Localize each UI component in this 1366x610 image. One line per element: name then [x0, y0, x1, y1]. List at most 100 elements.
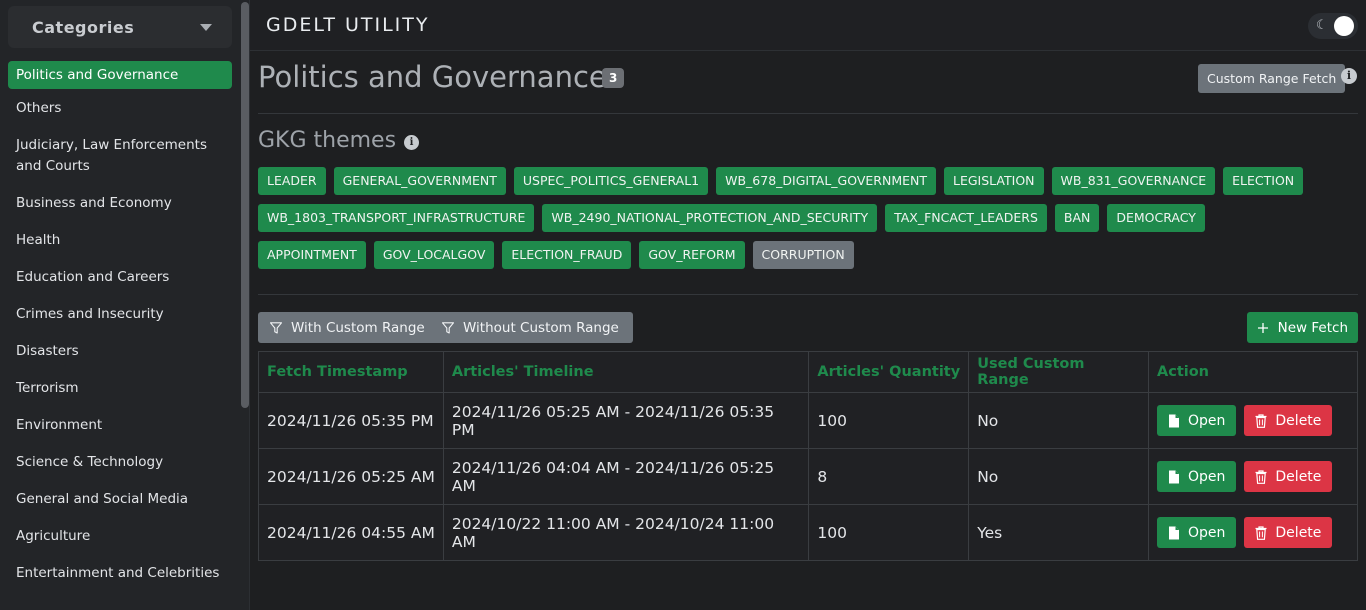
plus-icon — [1257, 322, 1268, 333]
theme-toggle[interactable]: ☾ — [1308, 13, 1358, 39]
trash-icon — [1255, 469, 1267, 484]
table-header-row: Fetch Timestamp Articles' Timeline Article… — [258, 351, 1358, 393]
cell-custom: Yes — [968, 504, 1149, 561]
sidebar-item[interactable]: Judiciary, Law Enforcements and Courts — [8, 127, 232, 185]
sidebar-item[interactable]: Others — [8, 90, 232, 127]
caret-down-icon — [200, 23, 212, 31]
gkg-title-label: GKG themes — [258, 128, 397, 153]
theme-chip[interactable]: USPEC_POLITICS_GENERAL1 — [513, 167, 709, 195]
theme-chip[interactable]: GENERAL_GOVERNMENT — [333, 167, 506, 195]
theme-chip[interactable]: WB_831_GOVERNANCE — [1051, 167, 1216, 195]
sidebar-item[interactable]: Environment — [8, 407, 232, 444]
action-group: Open Delete — [1157, 405, 1349, 436]
file-icon — [1169, 470, 1179, 483]
delete-label: Delete — [1275, 524, 1322, 541]
fetch-table: Fetch Timestamp Articles' Timeline Article… — [258, 351, 1358, 561]
delete-button[interactable]: Delete — [1244, 405, 1333, 436]
open-label: Open — [1188, 468, 1226, 485]
delete-label: Delete — [1275, 412, 1322, 429]
without-custom-range-button[interactable]: Without Custom Range — [430, 312, 633, 343]
cell-timeline: 2024/11/26 04:04 AM - 2024/11/26 05:25 A… — [442, 448, 810, 505]
cell-custom: No — [968, 392, 1149, 449]
categories-dropdown[interactable]: Categories — [8, 6, 232, 48]
categories-title: Categories — [32, 17, 135, 37]
cell-action: Open Delete — [1148, 448, 1358, 505]
cell-timestamp: 2024/11/26 05:35 PM — [258, 392, 444, 449]
theme-chip[interactable]: DEMOCRACY — [1107, 204, 1205, 232]
sidebar-item[interactable]: Politics and Governance — [8, 61, 232, 89]
file-icon — [1169, 414, 1179, 427]
trash-icon — [1255, 413, 1267, 428]
sidebar-item[interactable]: Entertainment and Celebrities — [8, 555, 232, 592]
page-title: Politics and Governance — [258, 60, 607, 94]
open-button[interactable]: Open — [1157, 405, 1237, 436]
sidebar-item[interactable]: Education and Careers — [8, 259, 232, 296]
open-button[interactable]: Open — [1157, 517, 1237, 548]
action-group: Open Delete — [1157, 461, 1349, 492]
delete-label: Delete — [1275, 468, 1322, 485]
theme-chip[interactable]: GOV_LOCALGOV — [373, 241, 495, 269]
theme-chip[interactable]: ELECTION — [1223, 167, 1304, 195]
filter-row: With Custom Range Without Custom Range N… — [258, 312, 1358, 344]
without-custom-range-label: Without Custom Range — [463, 319, 619, 336]
gkg-title: GKG themes i — [258, 128, 1358, 153]
cell-action: Open Delete — [1148, 392, 1358, 449]
sidebar-item[interactable]: Science & Technology — [8, 444, 232, 481]
theme-list: LEADER GENERAL_GOVERNMENT USPEC_POLITICS_G… — [258, 167, 1318, 269]
table-row: 2024/11/26 05:35 PM 2024/11/26 05:25 AM -… — [258, 392, 1358, 449]
with-custom-range-button[interactable]: With Custom Range — [258, 312, 439, 343]
theme-chip[interactable]: APPOINTMENT — [258, 241, 366, 269]
custom-range-fetch-button[interactable]: Custom Range Fetch — [1198, 64, 1346, 93]
theme-chip[interactable]: GOV_REFORM — [639, 241, 745, 269]
sidebar-item[interactable]: Terrorism — [8, 370, 232, 407]
cell-timestamp: 2024/11/26 05:25 AM — [258, 448, 444, 505]
delete-button[interactable]: Delete — [1244, 461, 1333, 492]
funnel-icon — [442, 321, 454, 334]
theme-chip[interactable]: ELECTION_FRAUD — [502, 241, 632, 269]
sidebar-item[interactable]: Health — [8, 222, 232, 259]
new-fetch-button[interactable]: New Fetch — [1246, 312, 1358, 343]
cell-timeline: 2024/11/26 05:25 AM - 2024/11/26 05:35 P… — [442, 392, 810, 449]
toggle-knob — [1334, 16, 1354, 36]
theme-chip[interactable]: TAX_FNCACT_LEADERS — [885, 204, 1047, 232]
theme-chip[interactable]: CORRUPTION — [752, 241, 854, 269]
cell-quantity: 8 — [808, 448, 970, 505]
theme-chip[interactable]: WB_1803_TRANSPORT_INFRASTRUCTURE — [258, 204, 535, 232]
open-label: Open — [1188, 412, 1226, 429]
count-badge: 3 — [602, 68, 625, 88]
sidebar-item[interactable]: Business and Economy — [8, 185, 232, 222]
open-button[interactable]: Open — [1157, 461, 1237, 492]
column-header: Fetch Timestamp — [258, 351, 444, 393]
theme-chip[interactable]: WB_2490_NATIONAL_PROTECTION_AND_SECURITY — [542, 204, 878, 232]
file-icon — [1169, 526, 1179, 539]
with-custom-range-label: With Custom Range — [291, 319, 425, 336]
moon-icon: ☾ — [1316, 18, 1328, 33]
trash-icon — [1255, 525, 1267, 540]
theme-chip[interactable]: LEGISLATION — [944, 167, 1044, 195]
gkg-themes-section: GKG themes i LEADER GENERAL_GOVERNMENT USP… — [258, 128, 1358, 295]
theme-chip[interactable]: WB_678_DIGITAL_GOVERNMENT — [716, 167, 936, 195]
sidebar-item[interactable]: Crimes and Insecurity — [8, 296, 232, 333]
new-fetch-label: New Fetch — [1277, 319, 1348, 336]
cell-timestamp: 2024/11/26 04:55 AM — [258, 504, 444, 561]
table-row: 2024/11/26 05:25 AM 2024/11/26 04:04 AM -… — [258, 448, 1358, 505]
sidebar-item[interactable]: Disasters — [8, 333, 232, 370]
sidebar-item[interactable]: Agriculture — [8, 518, 232, 555]
action-group: Open Delete — [1157, 517, 1349, 548]
delete-button[interactable]: Delete — [1244, 517, 1333, 548]
sidebar: Categories Politics and Governance Others… — [0, 0, 250, 610]
cell-custom: No — [968, 448, 1149, 505]
app-title: GDELT UTILITY — [266, 14, 430, 36]
page-header: Politics and Governance 3 Custom Range F… — [258, 58, 1358, 114]
funnel-icon — [270, 321, 282, 334]
table-row: 2024/11/26 04:55 AM 2024/10/22 11:00 AM -… — [258, 504, 1358, 561]
theme-chip[interactable]: LEADER — [258, 167, 326, 195]
sidebar-scrollbar[interactable] — [241, 2, 249, 408]
cell-timeline: 2024/10/22 11:00 AM - 2024/10/24 11:00 A… — [442, 504, 810, 561]
info-icon[interactable]: i — [1341, 68, 1357, 84]
theme-chip[interactable]: BAN — [1054, 204, 1100, 232]
info-icon[interactable]: i — [404, 135, 420, 150]
category-list: Politics and Governance Others Judiciary, … — [8, 61, 232, 592]
column-header: Articles' Timeline — [442, 351, 810, 393]
sidebar-item[interactable]: General and Social Media — [8, 481, 232, 518]
